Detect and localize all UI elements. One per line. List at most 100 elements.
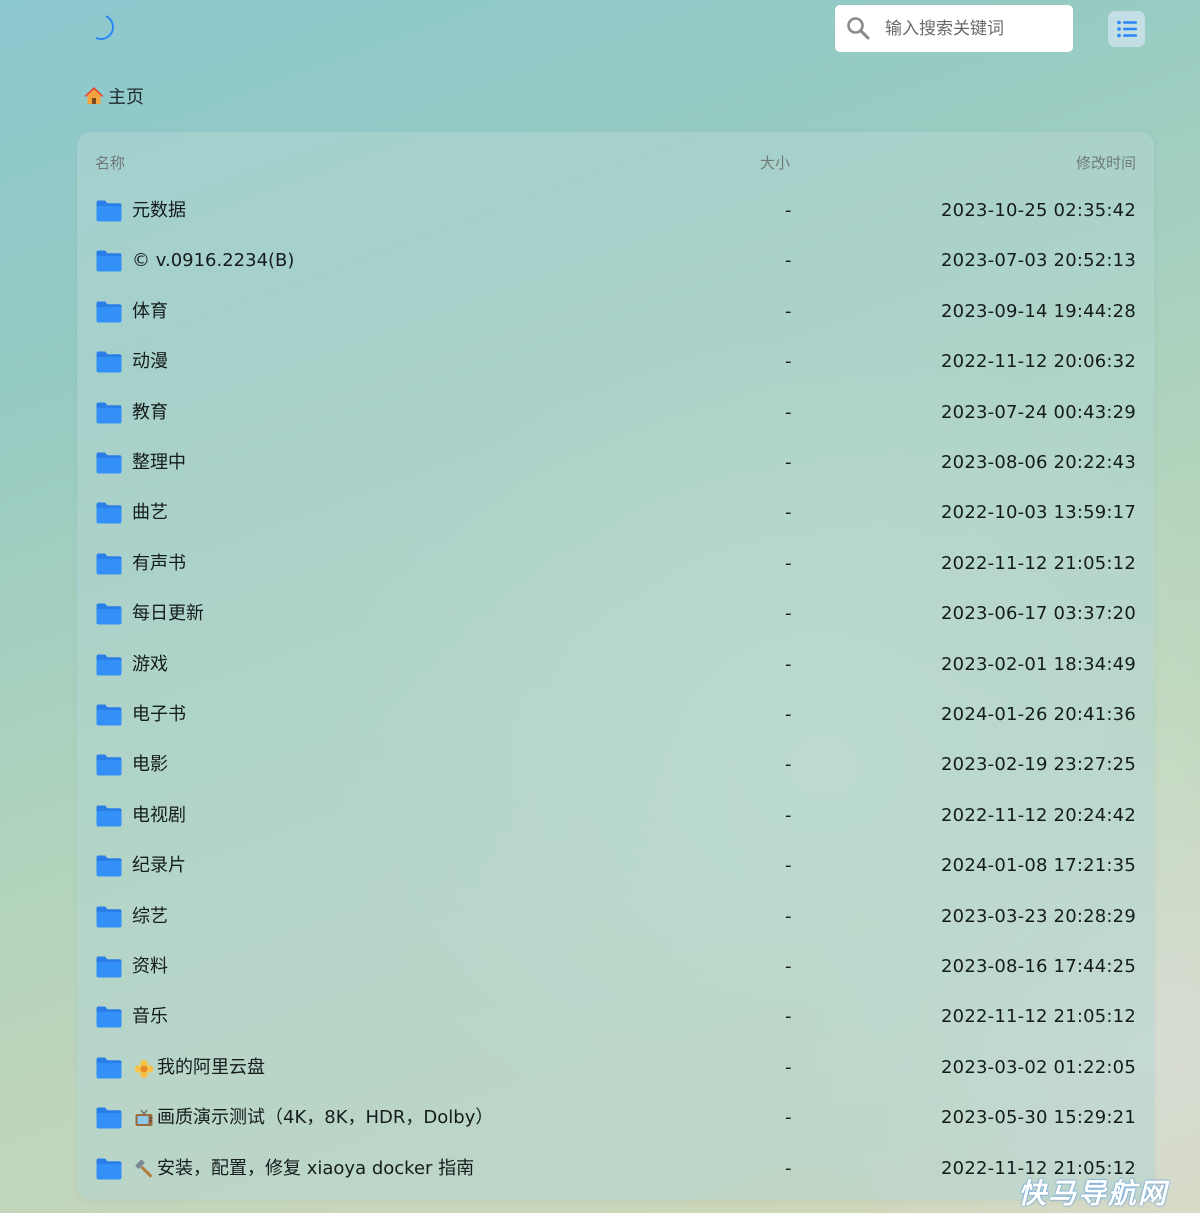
file-name[interactable]: 我的阿里云盘: [157, 1043, 265, 1093]
folder-icon: [96, 250, 122, 272]
file-size: -: [785, 603, 792, 625]
file-modified: 2023-03-02 01:22:05: [941, 1056, 1136, 1078]
home-icon: [84, 87, 104, 104]
table-row[interactable]: 画质演示测试（4K，8K，HDR，Dolby） - 2023-05-30 15:29…: [77, 1093, 1154, 1143]
file-name[interactable]: 元数据: [132, 186, 186, 236]
file-name[interactable]: 安装，配置，修复 xiaoya docker 指南: [157, 1144, 474, 1194]
folder-icon: [96, 502, 122, 524]
table-row[interactable]: 每日更新 - 2023-06-17 03:37:20: [77, 589, 1154, 639]
flower-icon: [134, 1059, 154, 1079]
file-name[interactable]: 纪录片: [132, 841, 186, 891]
file-size: -: [785, 905, 792, 927]
file-modified: 2023-07-24 00:43:29: [941, 401, 1136, 423]
file-name[interactable]: 资料: [132, 942, 168, 992]
breadcrumb-home[interactable]: 主页: [108, 83, 144, 109]
file-modified: 2023-06-17 03:37:20: [941, 603, 1136, 625]
file-name[interactable]: 画质演示测试（4K，8K，HDR，Dolby）: [157, 1093, 493, 1143]
search-icon: [847, 17, 870, 40]
file-size: -: [785, 200, 792, 221]
file-size: -: [785, 956, 792, 977]
table-row[interactable]: 整理中 - 2023-08-06 20:22:43: [77, 438, 1154, 488]
table-row[interactable]: 动漫 - 2022-11-12 20:06:32: [77, 337, 1154, 387]
table-row[interactable]: 有声书 - 2022-11-12 21:05:12: [77, 539, 1154, 589]
file-name[interactable]: 综艺: [132, 892, 168, 942]
table-row[interactable]: 安装，配置，修复 xiaoya docker 指南 -2022-11-12 21:…: [77, 1144, 1154, 1194]
file-modified: 2023-05-30 15:29:21: [941, 1107, 1136, 1129]
list-view-button[interactable]: [1108, 11, 1145, 47]
search-input[interactable]: [885, 5, 1065, 52]
file-modified: 2022-11-12 21:05:12: [941, 552, 1136, 574]
table-row[interactable]: 教育 - 2023-07-24 00:43:29: [77, 388, 1154, 438]
file-name[interactable]: 教育: [132, 388, 168, 438]
file-size: -: [785, 1006, 792, 1028]
folder-icon: [96, 351, 122, 373]
file-modified: 2022-11-12 21:05:12: [941, 1006, 1136, 1028]
file-size: -: [785, 754, 792, 776]
file-size: -: [785, 804, 792, 826]
file-name[interactable]: 电视剧: [132, 791, 186, 841]
file-name[interactable]: 电影: [132, 740, 168, 790]
file-name[interactable]: 有声书: [132, 539, 186, 589]
file-modified: 2023-08-06 20:22:43: [941, 452, 1136, 473]
table-row[interactable]: 纪录片 - 2024-01-08 17:21:35: [77, 841, 1154, 891]
folder-icon: [96, 452, 122, 474]
table-row[interactable]: 综艺 - 2023-03-23 20:28:29: [77, 892, 1154, 942]
column-header-name[interactable]: 名称: [95, 152, 125, 173]
folder-icon: [96, 553, 122, 575]
folder-icon: [96, 754, 122, 776]
folder-icon: [96, 906, 122, 928]
file-size: -: [785, 502, 792, 524]
table-row[interactable]: 音乐 - 2022-11-12 21:05:12: [77, 992, 1154, 1042]
file-size: -: [785, 1107, 792, 1129]
table-row[interactable]: 电视剧 - 2022-11-12 20:24:42: [77, 791, 1154, 841]
table-row[interactable]: © v.0916.2234(B) - 2023-07-03 20:52:13: [77, 236, 1154, 286]
watermark-logo: 快马导航网: [1018, 1177, 1169, 1210]
file-size: -: [785, 351, 792, 373]
file-name[interactable]: 曲艺: [132, 488, 168, 538]
table-row[interactable]: 元数据 - 2023-10-25 02:35:42: [77, 186, 1154, 236]
file-modified: 2023-02-19 23:27:25: [941, 754, 1136, 776]
column-header-modified[interactable]: 修改时间: [1076, 152, 1136, 173]
table-row[interactable]: 电子书 - 2024-01-26 20:41:36: [77, 690, 1154, 740]
file-name[interactable]: 音乐: [132, 992, 168, 1042]
list-icon: [1116, 20, 1137, 38]
file-modified: 2023-02-01 18:34:49: [941, 653, 1136, 675]
folder-icon: [96, 1158, 122, 1180]
file-modified: 2022-11-12 20:24:42: [941, 804, 1136, 826]
file-modified: 2023-03-23 20:28:29: [941, 905, 1136, 927]
table-row[interactable]: 电影 - 2023-02-19 23:27:25: [77, 740, 1154, 790]
folder-icon: [96, 956, 122, 978]
table-row[interactable]: 游戏 - 2023-02-01 18:34:49: [77, 640, 1154, 690]
file-name[interactable]: 动漫: [132, 337, 168, 387]
file-modified: 2023-10-25 02:35:42: [941, 200, 1136, 221]
table-row[interactable]: 曲艺 - 2022-10-03 13:59:17: [77, 488, 1154, 538]
file-size: -: [785, 704, 792, 725]
folder-icon: [96, 704, 122, 726]
tv-icon: [134, 1109, 154, 1129]
breadcrumb[interactable]: 主页: [84, 83, 144, 109]
file-size: -: [785, 855, 792, 877]
file-name[interactable]: 体育: [132, 287, 168, 337]
file-modified: 2022-10-03 13:59:17: [941, 502, 1136, 524]
folder-icon: [96, 301, 122, 323]
folder-icon: [96, 1006, 122, 1028]
file-modified: 2024-01-08 17:21:35: [941, 855, 1136, 877]
folder-icon: [96, 402, 122, 424]
file-size: -: [785, 300, 792, 322]
folder-icon: [96, 1057, 122, 1079]
file-name[interactable]: © v.0916.2234(B): [132, 236, 294, 286]
file-name[interactable]: 电子书: [132, 690, 186, 740]
file-name[interactable]: 每日更新: [132, 589, 204, 639]
file-modified: 2024-01-26 20:41:36: [941, 704, 1136, 725]
table-row[interactable]: 体育 - 2023-09-14 19:44:28: [77, 287, 1154, 337]
file-size: -: [785, 250, 792, 272]
file-name[interactable]: 游戏: [132, 640, 168, 690]
file-name[interactable]: 整理中: [132, 438, 186, 488]
file-size: -: [785, 452, 792, 473]
folder-icon: [96, 805, 122, 827]
folder-icon: [96, 1107, 122, 1129]
search-box[interactable]: [835, 5, 1073, 52]
column-header-size[interactable]: 大小: [760, 152, 790, 173]
table-row[interactable]: 我的阿里云盘 - 2023-03-02 01:22:05: [77, 1043, 1154, 1093]
table-row[interactable]: 资料 - 2023-08-16 17:44:25: [77, 942, 1154, 992]
